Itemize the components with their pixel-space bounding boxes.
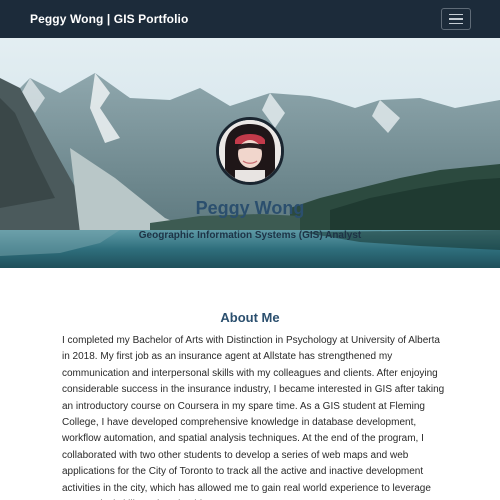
hero-job-title: Geographic Information Systems (GIS) Ana… (138, 230, 362, 241)
profile-photo (219, 120, 281, 182)
menu-line (449, 13, 463, 16)
about-section: About Me I completed my Bachelor of Arts… (0, 268, 500, 500)
hero-name: Peggy Wong (195, 198, 305, 218)
menu-line (449, 18, 463, 20)
menu-line (449, 22, 463, 25)
navbar-brand[interactable]: Peggy Wong | GIS Portfolio (30, 12, 188, 26)
hamburger-menu-icon[interactable] (441, 8, 471, 30)
hero-banner: Peggy Wong Geographic Information System… (0, 38, 500, 268)
about-paragraph: I completed my Bachelor of Arts with Dis… (62, 335, 445, 500)
about-heading: About Me (220, 310, 280, 325)
top-navbar: Peggy Wong | GIS Portfolio (0, 0, 500, 38)
profile-avatar (216, 117, 284, 185)
